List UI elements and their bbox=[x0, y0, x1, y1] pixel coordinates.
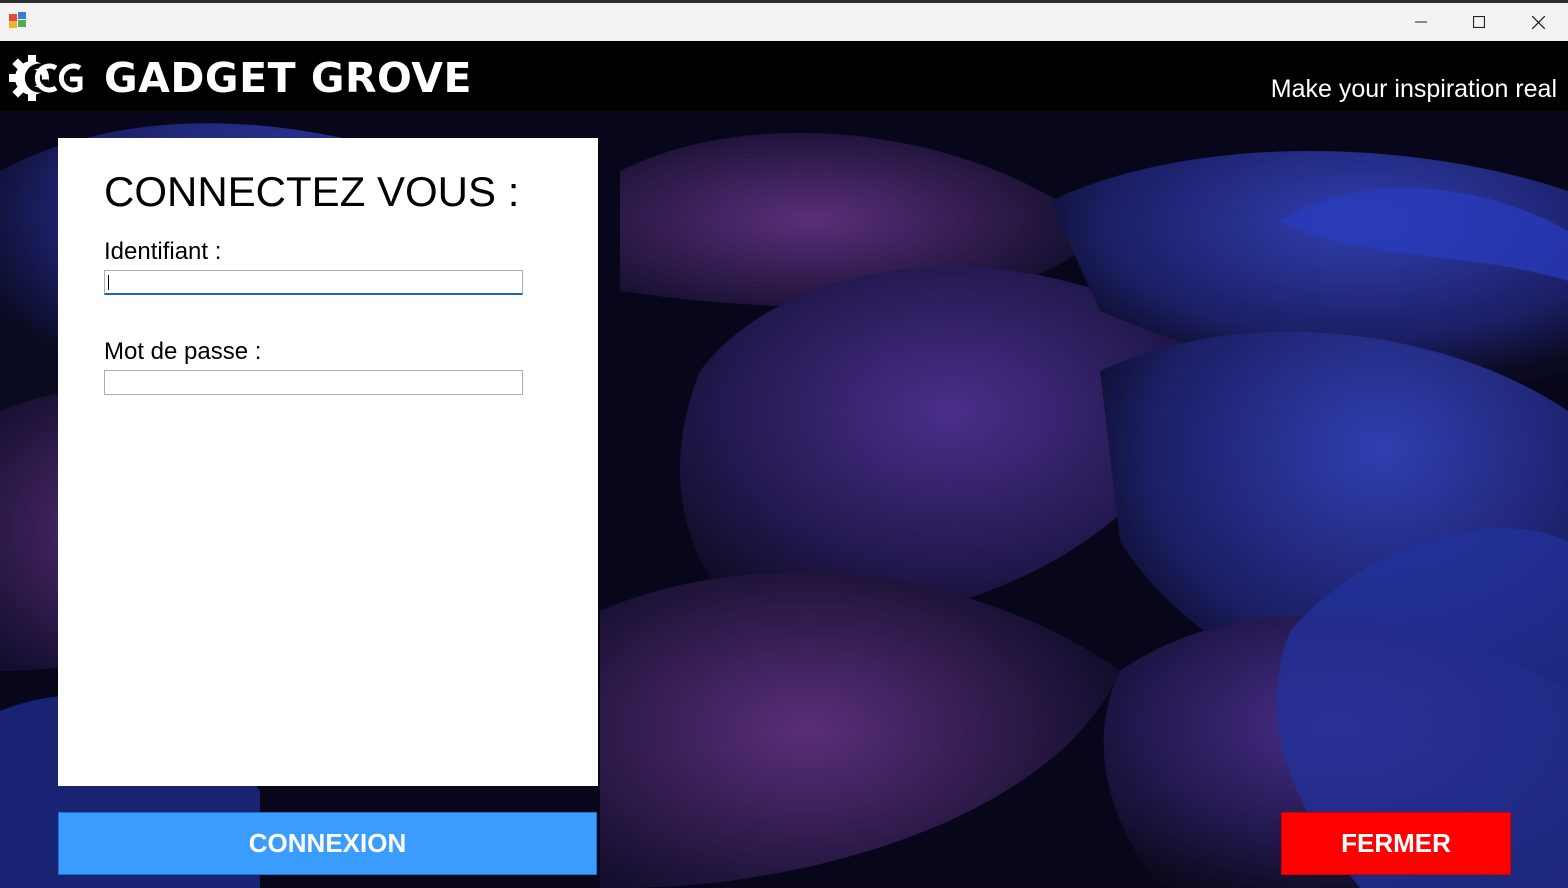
gear-cg-logo-icon bbox=[9, 55, 83, 101]
username-input[interactable] bbox=[104, 270, 523, 295]
close-button[interactable]: FERMER bbox=[1281, 812, 1511, 875]
close-icon bbox=[1531, 15, 1545, 29]
minimize-icon bbox=[1415, 21, 1427, 23]
maximize-button[interactable] bbox=[1450, 3, 1508, 41]
maximize-icon bbox=[1473, 16, 1485, 28]
text-caret bbox=[108, 275, 109, 290]
slogan: Make your inspiration real bbox=[1270, 75, 1557, 103]
brand-name: GADGET GROVE bbox=[104, 54, 473, 102]
connect-button[interactable]: CONNEXION bbox=[58, 812, 597, 875]
login-panel: CONNECTEZ VOUS : Identifiant : Mot de pa… bbox=[58, 138, 598, 786]
window-title-bar bbox=[0, 0, 1568, 41]
password-input[interactable] bbox=[104, 370, 523, 395]
app-icon bbox=[9, 12, 26, 28]
login-title: CONNECTEZ VOUS : bbox=[104, 168, 520, 215]
minimize-button[interactable] bbox=[1392, 3, 1450, 41]
password-label: Mot de passe : bbox=[104, 338, 262, 365]
close-window-button[interactable] bbox=[1509, 3, 1567, 41]
username-label: Identifiant : bbox=[104, 238, 222, 265]
